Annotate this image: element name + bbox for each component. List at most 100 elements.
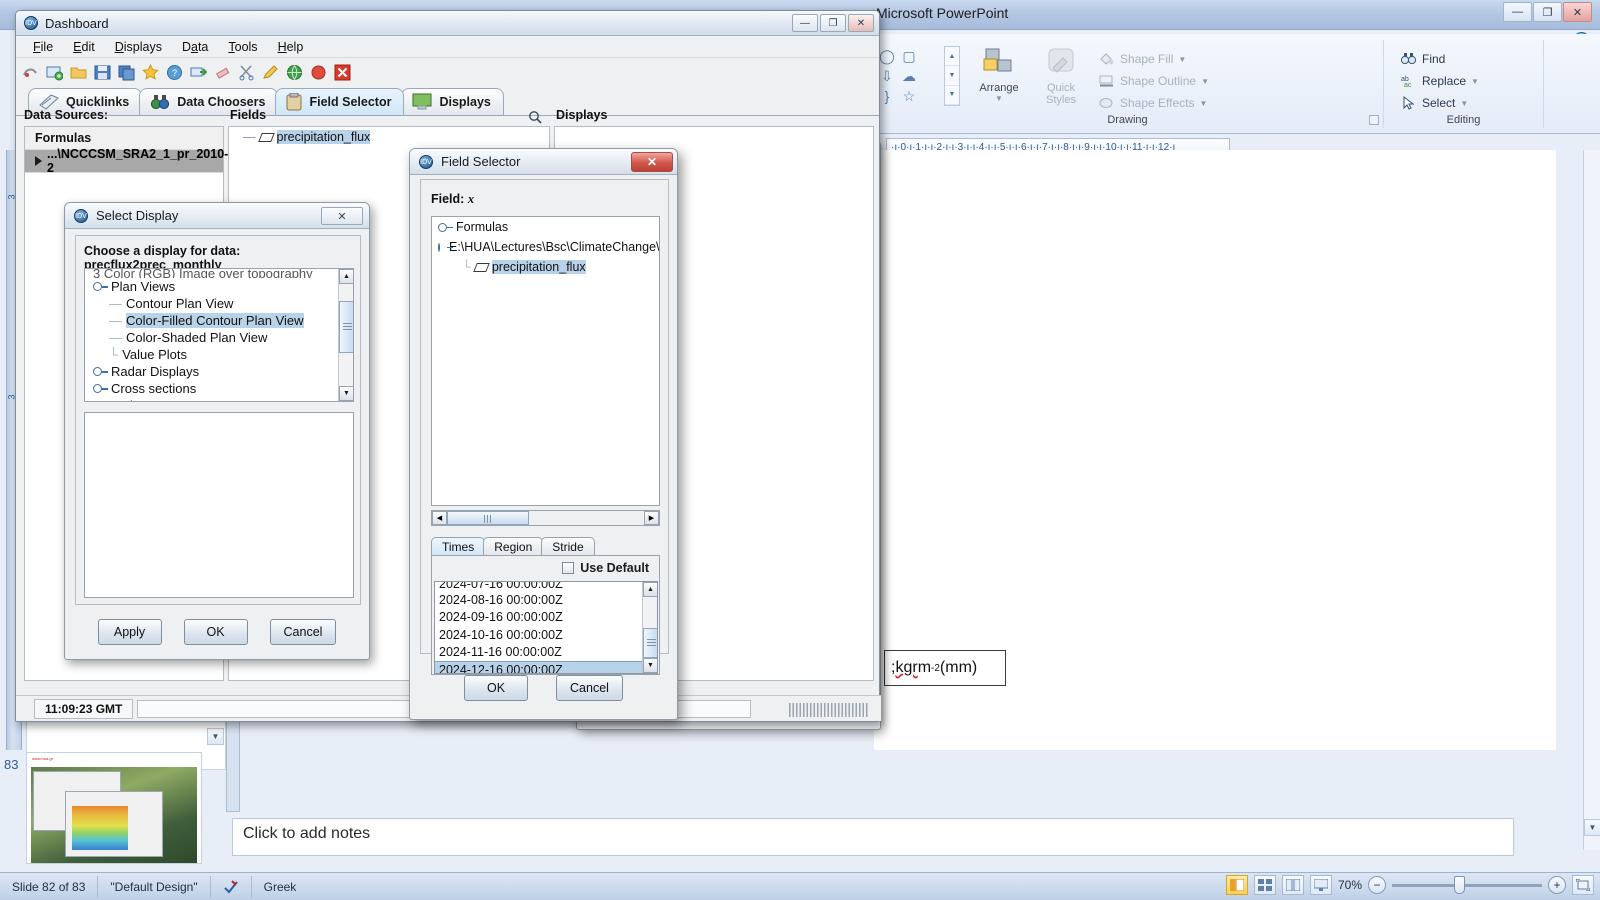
tree-row-clipped[interactable]: 3 Color (RGB) Image over topography xyxy=(85,269,353,278)
thumbnail-scroll-down[interactable]: ▼ xyxy=(207,728,224,745)
help-icon[interactable]: ? xyxy=(166,64,183,81)
slide-thumbnail-pane[interactable]: 83 www.hua.gr ▼ xyxy=(0,712,228,864)
reading-view-button[interactable] xyxy=(1281,875,1304,895)
time-row[interactable]: 2024-10-16 00:00:00Z xyxy=(435,626,657,644)
select-display-dialog[interactable]: IDV Select Display ✕ Choose a display fo… xyxy=(64,202,370,660)
zoom-in-button[interactable]: + xyxy=(1548,876,1566,894)
menu-help[interactable]: Help xyxy=(269,38,313,56)
tab-times[interactable]: Times xyxy=(431,537,486,556)
tree-row-value-plots[interactable]: └ Value Plots xyxy=(85,346,353,363)
scroll-down-icon[interactable]: ▼ xyxy=(339,386,353,401)
close-button[interactable]: ✕ xyxy=(1563,2,1592,22)
scrollbar-thumb[interactable] xyxy=(339,301,353,353)
menu-tools[interactable]: Tools xyxy=(219,38,266,56)
tree-label[interactable]: Color-Filled Contour Plan View xyxy=(126,313,304,328)
fit-slide-button[interactable] xyxy=(1572,875,1594,895)
slide-counter[interactable]: Slide 82 of 83 xyxy=(0,875,99,898)
expand-knob-icon[interactable] xyxy=(438,242,453,252)
eraser-icon[interactable] xyxy=(214,64,231,81)
favorites-star-icon[interactable] xyxy=(142,63,159,81)
dashboard-menubar[interactable]: File Edit Displays Data Tools Help xyxy=(16,36,879,58)
normal-view-button[interactable] xyxy=(1225,875,1248,895)
close-icon[interactable]: ✕ xyxy=(631,152,673,172)
tree-row-color-filled-contour-plan-view[interactable]: — Color-Filled Contour Plan View xyxy=(85,312,353,329)
cancel-button[interactable]: Cancel xyxy=(269,619,337,645)
apply-button[interactable]: Apply xyxy=(97,619,162,645)
expand-knob-icon[interactable] xyxy=(93,401,102,402)
close-button[interactable]: ✕ xyxy=(848,14,874,32)
shape-effects-caret-icon[interactable]: ▼ xyxy=(1200,99,1208,108)
scroll-down-arrow-icon[interactable]: ▼ xyxy=(1584,819,1600,836)
select-caret-icon[interactable]: ▼ xyxy=(1460,99,1468,108)
field-tree-row[interactable]: — precipitation_flux xyxy=(229,127,549,147)
scroll-down-icon[interactable]: ▼ xyxy=(207,728,224,745)
ok-button[interactable]: OK xyxy=(183,619,248,645)
open-folder-icon[interactable] xyxy=(70,64,87,81)
select-button[interactable]: Select ▼ xyxy=(1398,92,1479,114)
zoom-level[interactable]: 70% xyxy=(1338,878,1362,892)
new-display-icon[interactable] xyxy=(22,64,39,81)
scissors-icon[interactable] xyxy=(238,64,255,81)
theme-name[interactable]: "Default Design" xyxy=(98,875,211,898)
shape-outline-caret-icon[interactable]: ▼ xyxy=(1201,77,1209,86)
times-list-scrollbar[interactable]: ▲ ▼ xyxy=(642,582,657,673)
shape-fill-caret-icon[interactable]: ▼ xyxy=(1178,55,1186,64)
slideshow-button[interactable] xyxy=(1309,875,1332,895)
slide-pane-divider[interactable] xyxy=(226,720,240,812)
tab-displays[interactable]: Displays xyxy=(401,88,504,115)
zoom-out-button[interactable]: − xyxy=(1368,876,1386,894)
tab-region[interactable]: Region xyxy=(483,537,544,556)
field-tree-horizontal-scrollbar[interactable]: ◀ ▶ xyxy=(431,510,660,526)
menu-edit[interactable]: Edit xyxy=(64,38,104,56)
tree-row-datasource-path[interactable]: E:\HUA\Lectures\Bsc\ClimateChange\Lab xyxy=(432,237,659,257)
save-icon[interactable] xyxy=(94,64,111,81)
tree-row-contour-plan-view[interactable]: — Contour Plan View xyxy=(85,295,353,312)
data-source-selected[interactable]: ...\NCCCSM_SRA2_1_pr_2010-2 xyxy=(25,147,228,175)
shape-effects-button[interactable]: Shape Effects ▼ xyxy=(1096,92,1266,114)
expand-knob-icon[interactable] xyxy=(93,367,108,376)
scroll-up-icon[interactable]: ▲ xyxy=(339,269,353,284)
expand-knob-icon[interactable] xyxy=(93,282,108,291)
replace-caret-icon[interactable]: ▼ xyxy=(1471,77,1479,86)
notes-pane[interactable]: Click to add notes xyxy=(232,818,1514,856)
language-status[interactable]: Greek xyxy=(252,876,309,898)
menu-displays[interactable]: Displays xyxy=(106,38,171,56)
spellcheck-status[interactable] xyxy=(211,875,252,898)
resize-grip-icon[interactable] xyxy=(789,703,869,717)
tree-row-cross-sections[interactable]: Cross sections xyxy=(85,380,353,397)
shape-fill-button[interactable]: Shape Fill ▼ xyxy=(1096,48,1266,70)
find-button[interactable]: Find xyxy=(1398,48,1479,70)
slide-vertical-scrollbar[interactable]: ▼ xyxy=(1583,150,1600,850)
menu-file[interactable]: File xyxy=(24,38,62,56)
shape-outline-button[interactable]: Shape Outline ▼ xyxy=(1096,70,1266,92)
restore-button[interactable]: ❐ xyxy=(1533,2,1562,22)
shape-cloud-icon[interactable]: ☁ xyxy=(898,66,920,86)
hscrollbar-thumb[interactable] xyxy=(447,511,529,525)
tree-label[interactable]: precipitation_flux xyxy=(491,260,586,274)
gallery-expand-icon[interactable]: ▼ xyxy=(945,86,959,105)
use-default-checkbox[interactable] xyxy=(562,562,575,574)
tab-field-selector[interactable]: Field Selector xyxy=(275,88,405,115)
gallery-scroll-up-icon[interactable]: ▲ xyxy=(945,47,959,67)
tree-row-radar-displays[interactable]: Radar Displays xyxy=(85,363,353,380)
expand-knob-icon[interactable] xyxy=(93,384,108,393)
cancel-button[interactable]: Cancel xyxy=(556,675,623,701)
scroll-up-icon[interactable]: ▲ xyxy=(643,582,657,597)
tree-row-formulas[interactable]: Formulas xyxy=(432,217,659,237)
expand-triangle-icon[interactable] xyxy=(35,156,42,166)
field-label[interactable]: precipitation_flux xyxy=(276,130,371,144)
use-default-row[interactable]: Use Default xyxy=(432,556,659,579)
pencil-icon[interactable] xyxy=(262,64,279,81)
send-mail-icon[interactable] xyxy=(190,64,207,81)
scroll-down-icon[interactable]: ▼ xyxy=(643,658,657,673)
dashboard-toolbar[interactable]: ? xyxy=(16,58,879,86)
zoom-slider[interactable] xyxy=(1392,875,1542,894)
magnifier-icon[interactable] xyxy=(528,110,542,124)
tree-row-precipitation-flux[interactable]: └ precipitation_flux xyxy=(432,257,659,277)
field-selector-tabs[interactable]: Times Region Stride xyxy=(431,536,660,556)
field-selector-dialog[interactable]: IDV Field Selector ✕ Field: x Formulas E… xyxy=(409,148,678,720)
save-as-icon[interactable] xyxy=(118,64,135,81)
arrange-caret-icon[interactable]: ▼ xyxy=(995,94,1003,103)
close-icon[interactable]: ✕ xyxy=(321,207,363,225)
ok-button[interactable]: OK xyxy=(464,675,529,701)
